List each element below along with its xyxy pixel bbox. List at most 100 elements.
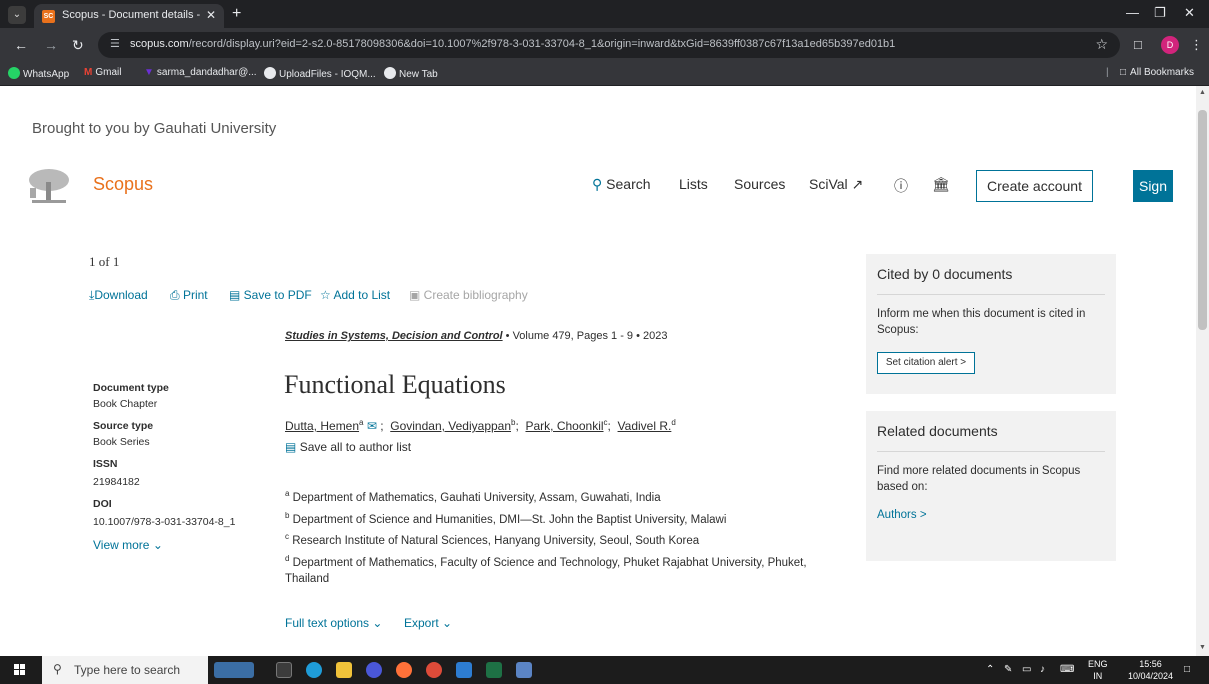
view-more-link[interactable]: View more ⌄ bbox=[93, 538, 163, 552]
doi-label: DOI bbox=[93, 498, 112, 510]
weather-widget-icon[interactable] bbox=[214, 662, 254, 678]
bookmark-gmail[interactable]: M Gmail bbox=[84, 67, 121, 78]
taskbar-search-input[interactable]: ⚲ Type here to search bbox=[42, 656, 208, 684]
email-icon[interactable]: ✉ bbox=[367, 419, 377, 433]
new-tab-plus-icon[interactable]: + bbox=[232, 5, 241, 23]
cited-by-text: Inform me when this document is cited in… bbox=[877, 308, 1086, 336]
add-to-list-link[interactable]: ☆ Add to List bbox=[320, 288, 390, 302]
restore-icon[interactable]: ❐ bbox=[1154, 5, 1166, 21]
print-link[interactable]: ⎙ Print bbox=[170, 288, 208, 303]
nav-search[interactable]: ⚲ Search bbox=[592, 176, 651, 193]
browser-tab[interactable]: SC Scopus - Document details - Fu ✕ bbox=[34, 4, 224, 28]
all-bookmarks[interactable]: □ All Bookmarks bbox=[1120, 67, 1194, 78]
affiliation: d Department of Mathematics, Faculty of … bbox=[285, 554, 807, 569]
full-text-options-button[interactable]: Full text options ⌄ bbox=[285, 616, 382, 630]
set-citation-alert-button[interactable]: Set citation alert > bbox=[877, 352, 975, 374]
minimize-icon[interactable]: — bbox=[1126, 5, 1139, 20]
doc-type-label: Document type bbox=[93, 382, 169, 394]
page-scrollbar[interactable]: ▲ ▼ bbox=[1196, 86, 1209, 656]
battery-icon[interactable]: ▭ bbox=[1022, 664, 1031, 675]
save-pdf-link[interactable]: ▤ Save to PDF bbox=[229, 288, 312, 302]
author-list-icon: ▤ bbox=[285, 440, 297, 454]
clock[interactable]: 15:56 10/04/2024 bbox=[1128, 658, 1173, 682]
close-window-icon[interactable]: ✕ bbox=[1184, 5, 1195, 21]
bookmark-new-tab[interactable]: New Tab bbox=[384, 67, 438, 80]
doi-value: 10.1007/978-3-031-33704-8_1 bbox=[93, 516, 236, 528]
printer-icon: ⎙ bbox=[170, 288, 183, 302]
firefox-icon[interactable] bbox=[396, 662, 412, 678]
url-input[interactable]: ☰ scopus.com/record/display.uri?eid=2-s2… bbox=[98, 32, 1120, 58]
profile-avatar[interactable]: D bbox=[1161, 36, 1179, 54]
source-type-value: Book Series bbox=[93, 436, 150, 448]
chevron-down-icon: ⌄ bbox=[152, 538, 163, 552]
create-bibliography-link[interactable]: ▣ Create bibliography bbox=[409, 288, 528, 302]
url-text: scopus.com/record/display.uri?eid=2-s2.0… bbox=[130, 38, 896, 50]
bibliography-icon: ▣ bbox=[409, 288, 424, 302]
app-icon[interactable] bbox=[516, 662, 532, 678]
chrome-icon[interactable] bbox=[426, 662, 442, 678]
file-explorer-icon[interactable] bbox=[336, 662, 352, 678]
volume-icon[interactable]: ♪ bbox=[1040, 664, 1045, 675]
issn-value: 21984182 bbox=[93, 476, 140, 488]
side-panel-icon[interactable]: □ bbox=[1134, 37, 1142, 52]
browser-menu-icon[interactable]: ⋮ bbox=[1190, 37, 1203, 53]
author-link[interactable]: Govindan, Vediyappan bbox=[390, 419, 511, 433]
bookmarks-bar: WhatsApp M Gmail ▼ sarma_dandadhar@... Upl… bbox=[0, 62, 1209, 86]
nav-sources[interactable]: Sources bbox=[734, 176, 785, 192]
save-authors-link[interactable]: ▤ Save all to author list bbox=[285, 440, 411, 454]
windows-start-icon[interactable] bbox=[14, 664, 26, 676]
excel-icon[interactable] bbox=[486, 662, 502, 678]
bookmarks-divider: | bbox=[1106, 67, 1109, 78]
brought-by-text: Brought to you by Gauhati University bbox=[32, 120, 277, 137]
bookmark-star-icon[interactable]: ☆ bbox=[1095, 36, 1108, 53]
scroll-down-arrow-icon[interactable]: ▼ bbox=[1199, 644, 1206, 651]
institution-icon[interactable]: 🏛 bbox=[932, 176, 950, 193]
task-view-icon[interactable] bbox=[276, 662, 292, 678]
download-link[interactable]: ⤓Download bbox=[89, 288, 148, 303]
site-info-icon[interactable]: ☰ bbox=[110, 37, 120, 50]
windows-taskbar: ⚲ Type here to search ⌃ ✎ ▭ ♪ ⌨ ENG IN 15… bbox=[0, 656, 1209, 684]
create-account-button[interactable]: Create account bbox=[976, 170, 1093, 202]
source-title-link[interactable]: Studies in Systems, Decision and Control bbox=[285, 330, 503, 342]
search-icon: ⚲ bbox=[592, 176, 603, 192]
cited-by-panel: Cited by 0 documents Inform me when this… bbox=[866, 254, 1116, 394]
scopus-logo[interactable]: Scopus bbox=[93, 174, 153, 195]
nav-scival[interactable]: SciVal ↗ bbox=[809, 176, 863, 193]
keyboard-icon[interactable]: ⌨ bbox=[1060, 664, 1074, 675]
nav-lists[interactable]: Lists bbox=[679, 176, 708, 192]
notifications-icon[interactable]: □ bbox=[1184, 664, 1190, 675]
search-icon: ⚲ bbox=[53, 662, 62, 676]
forward-arrow-icon[interactable]: → bbox=[44, 37, 58, 53]
folder-icon: □ bbox=[1120, 67, 1127, 78]
author-link[interactable]: Park, Choonkil bbox=[525, 419, 603, 433]
elsevier-tree-icon[interactable] bbox=[26, 166, 72, 206]
sign-in-button[interactable]: Sign in bbox=[1133, 170, 1173, 226]
tab-close-icon[interactable]: ✕ bbox=[206, 8, 216, 22]
help-icon[interactable]: ⓘ bbox=[894, 176, 908, 196]
scroll-up-arrow-icon[interactable]: ▲ bbox=[1199, 89, 1206, 96]
export-button[interactable]: Export ⌄ bbox=[404, 616, 452, 630]
scroll-thumb[interactable] bbox=[1198, 110, 1207, 330]
tray-chevron-icon[interactable]: ⌃ bbox=[986, 664, 994, 675]
result-counter: 1 of 1 bbox=[89, 254, 120, 269]
pen-icon[interactable]: ✎ bbox=[1004, 664, 1012, 675]
language-indicator[interactable]: ENG IN bbox=[1088, 658, 1108, 682]
authors-related-link[interactable]: Authors > bbox=[877, 509, 927, 521]
edge-icon[interactable] bbox=[306, 662, 322, 678]
bookmark-whatsapp[interactable]: WhatsApp bbox=[8, 67, 69, 80]
author-link[interactable]: Vadivel R. bbox=[618, 419, 672, 433]
divider bbox=[877, 294, 1105, 295]
bookmark-sarma[interactable]: ▼ sarma_dandadhar@... bbox=[144, 67, 257, 78]
document-title: Functional Equations bbox=[284, 370, 506, 399]
reload-icon[interactable]: ↻ bbox=[72, 37, 84, 54]
affiliation: c Research Institute of Natural Sciences… bbox=[285, 532, 700, 547]
author-link[interactable]: Dutta, Hemen bbox=[285, 419, 359, 433]
back-arrow-icon[interactable]: ← bbox=[14, 37, 28, 53]
related-documents-panel: Related documents Find more related docu… bbox=[866, 411, 1116, 561]
app-icon[interactable] bbox=[456, 662, 472, 678]
related-documents-title: Related documents bbox=[877, 423, 998, 439]
bookmark-uploadfiles[interactable]: UploadFiles - IOQM... bbox=[264, 67, 376, 80]
related-documents-text: Find more related documents in Scopus ba… bbox=[877, 465, 1081, 493]
zoom-icon[interactable] bbox=[366, 662, 382, 678]
tab-search-chevron-icon[interactable]: ⌄ bbox=[8, 6, 26, 24]
